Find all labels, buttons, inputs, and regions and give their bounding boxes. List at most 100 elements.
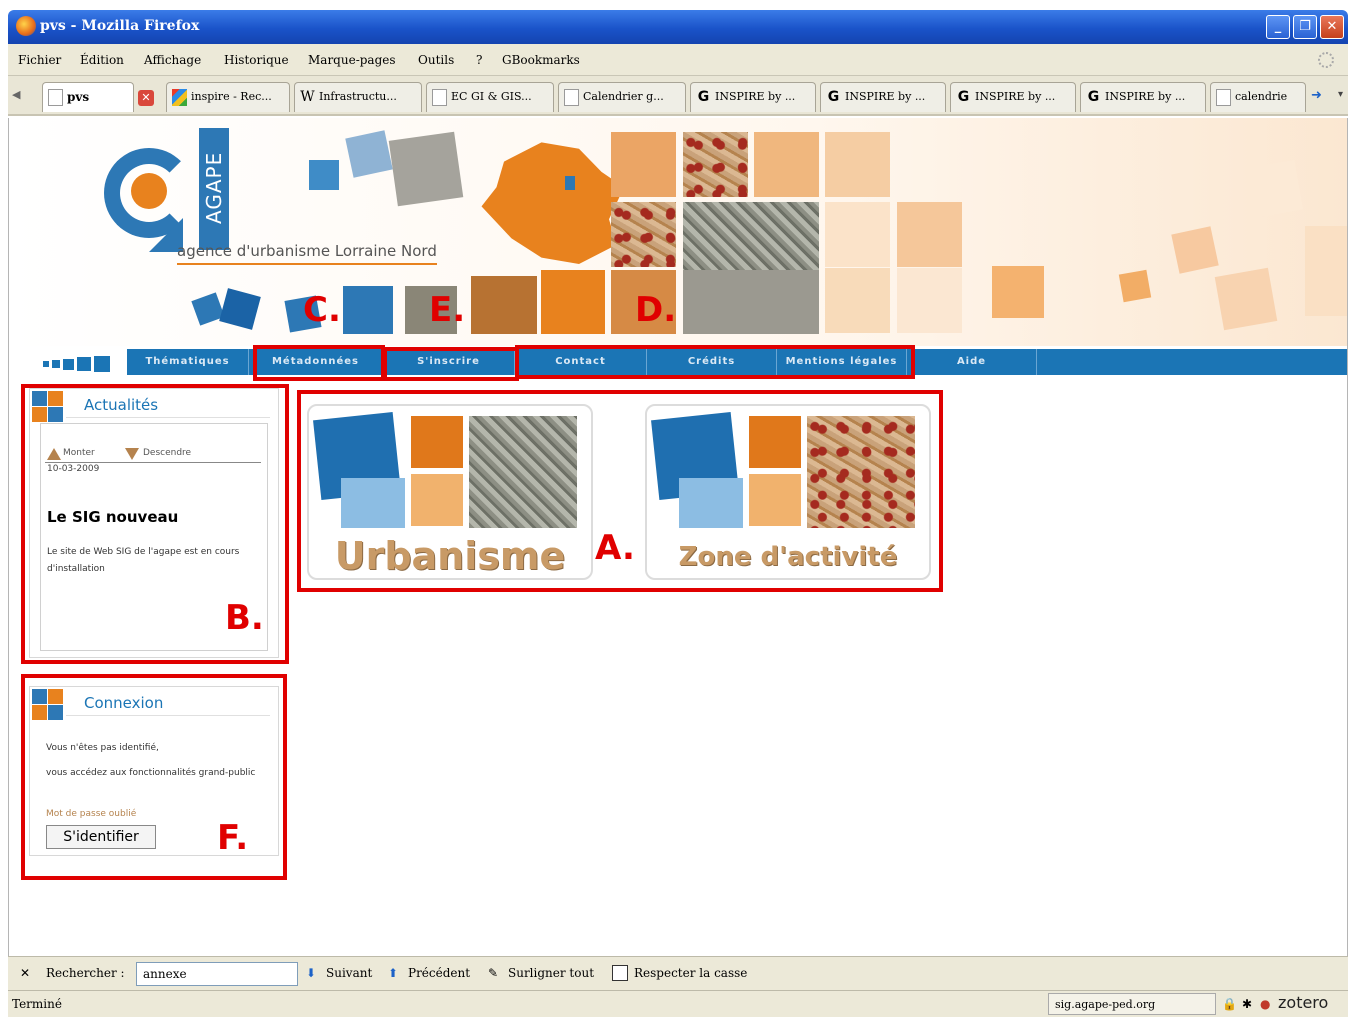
menu-history[interactable]: Historique (224, 53, 289, 67)
decor-square (611, 132, 676, 197)
decor-square (1214, 267, 1278, 331)
tab-inspire-by-1[interactable]: G INSPIRE by ... (690, 82, 816, 112)
find-previous-button[interactable]: Précédent (408, 966, 470, 980)
tab-label: INSPIRE by ... (845, 90, 926, 103)
match-case-label[interactable]: Respecter la casse (634, 966, 747, 980)
annotation-box-c (253, 345, 385, 381)
decor-square (825, 268, 890, 333)
arrow-down-icon[interactable]: ⬇ (306, 966, 316, 980)
france-map-shape (481, 142, 624, 264)
tab-inspire-by-2[interactable]: G INSPIRE by ... (820, 82, 946, 112)
find-next-button[interactable]: Suivant (326, 966, 372, 980)
page-icon (48, 89, 63, 106)
addon-icon[interactable]: ✱ (1242, 997, 1252, 1011)
tab-list-icon[interactable]: ▾ (1338, 89, 1343, 100)
tab-label: pvs (67, 90, 90, 104)
google-icon: G (1087, 89, 1100, 105)
google-icon: G (827, 89, 840, 105)
arrow-up-icon[interactable]: ⬆ (388, 966, 398, 980)
annotation-marker-a: A. (595, 528, 635, 568)
tab-label: EC GI & GIS... (451, 90, 532, 103)
decor-square (541, 270, 605, 334)
page-icon (432, 89, 447, 106)
annotation-marker-e: E. (429, 290, 466, 330)
find-input[interactable]: annexe (136, 962, 298, 986)
tab-label: Infrastructu... (319, 90, 397, 103)
header-banner: AGAPE agence d'urbanisme Lorraine Nord C… (9, 118, 1347, 346)
decor-square (1118, 269, 1152, 303)
tab-inspire-rec[interactable]: inspire - Rec... (166, 82, 290, 112)
tab-label: INSPIRE by ... (1105, 90, 1186, 103)
decor-square (388, 131, 464, 207)
logo-text: AGAPE (202, 151, 226, 225)
tab-label: inspire - Rec... (191, 90, 272, 103)
annotation-marker-b: B. (225, 598, 264, 638)
decor-square (897, 268, 962, 333)
lock-icon[interactable]: 🔒 (1222, 997, 1237, 1011)
nav-item-thematiques[interactable]: Thématiques (127, 349, 249, 375)
tab-pvs[interactable]: pvs (42, 82, 134, 112)
status-url: sig.agape-ped.org (1048, 993, 1216, 1015)
tab-infrastructure[interactable]: W Infrastructu... (294, 82, 422, 112)
annotation-box-d (515, 345, 915, 379)
agency-tagline: agence d'urbanisme Lorraine Nord (177, 242, 437, 265)
close-tab-icon[interactable]: ✕ (138, 90, 154, 106)
tab-label: INSPIRE by ... (975, 90, 1056, 103)
window-titlebar: pvs - Mozilla Firefox _ ❐ ✕ (8, 10, 1348, 44)
nav-item-aide[interactable]: Aide (907, 349, 1037, 375)
decor-square (992, 266, 1044, 318)
logo-dot-shape (131, 173, 167, 209)
menu-bookmarks[interactable]: Marque-pages (308, 53, 396, 67)
tab-label: INSPIRE by ... (715, 90, 796, 103)
tab-inspire-by-4[interactable]: G INSPIRE by ... (1080, 82, 1206, 112)
nav-decor-bullets (43, 356, 113, 372)
menu-help[interactable]: ? (476, 53, 482, 67)
page-content: AGAPE agence d'urbanisme Lorraine Nord C… (8, 118, 1348, 956)
tab-calendrie[interactable]: calendrie (1210, 82, 1306, 112)
decor-square (897, 202, 962, 267)
maximize-button[interactable]: ❐ (1293, 15, 1317, 39)
menu-view[interactable]: Affichage (144, 53, 201, 67)
highlight-all-button[interactable]: Surligner tout (508, 966, 594, 980)
tab-ec-gi-gis[interactable]: EC GI & GIS... (426, 82, 554, 112)
decor-square (219, 288, 261, 330)
throbber-icon (1318, 52, 1334, 68)
aerial-photo-tile (683, 132, 748, 197)
close-window-button[interactable]: ✕ (1320, 15, 1344, 39)
tab-scroll-right-icon[interactable]: ➜ (1311, 88, 1322, 103)
decor-square (754, 132, 819, 197)
firefox-icon (16, 16, 36, 36)
menu-edit[interactable]: Édition (80, 53, 124, 67)
decor-square (1245, 160, 1303, 218)
page-icon (1216, 89, 1231, 106)
wikipedia-icon: W (300, 89, 315, 105)
decor-square (1305, 226, 1347, 316)
annotation-box-e (383, 347, 519, 381)
menu-file[interactable]: Fichier (18, 53, 61, 67)
page-icon (564, 89, 579, 106)
minimize-button[interactable]: _ (1266, 15, 1290, 39)
google-icon: G (697, 89, 710, 105)
decor-square (825, 202, 890, 267)
menu-tools[interactable]: Outils (418, 53, 454, 67)
close-find-bar-button[interactable]: ✕ (20, 966, 30, 980)
find-bar: ✕ Rechercher : annexe ⬇ Suivant ⬆ Précéd… (8, 956, 1348, 990)
menu-gbookmarks[interactable]: GBookmarks (502, 53, 580, 67)
decor-square (309, 160, 339, 190)
tab-scroll-left-icon[interactable]: ◀ (12, 88, 20, 101)
annotation-marker-c: C. (303, 290, 341, 330)
tab-label: Calendrier g... (583, 90, 664, 103)
find-label: Rechercher : (46, 966, 125, 980)
zotero-icon[interactable]: ● (1260, 997, 1270, 1011)
zotero-button[interactable]: zotero (1278, 993, 1328, 1012)
tab-inspire-by-3[interactable]: G INSPIRE by ... (950, 82, 1076, 112)
status-bar: Terminé sig.agape-ped.org 🔒 ✱ ● zotero (8, 990, 1348, 1017)
main-nav: Thématiques Métadonnées S'inscrire Conta… (9, 345, 1347, 381)
decor-square (1171, 226, 1219, 274)
match-case-checkbox[interactable] (612, 965, 628, 981)
annotation-marker-f: F. (217, 818, 249, 858)
decor-square (471, 276, 537, 334)
status-text: Terminé (12, 997, 62, 1011)
tab-calendrier[interactable]: Calendrier g... (558, 82, 686, 112)
menu-bar: Fichier Édition Affichage Historique Mar… (8, 44, 1348, 76)
